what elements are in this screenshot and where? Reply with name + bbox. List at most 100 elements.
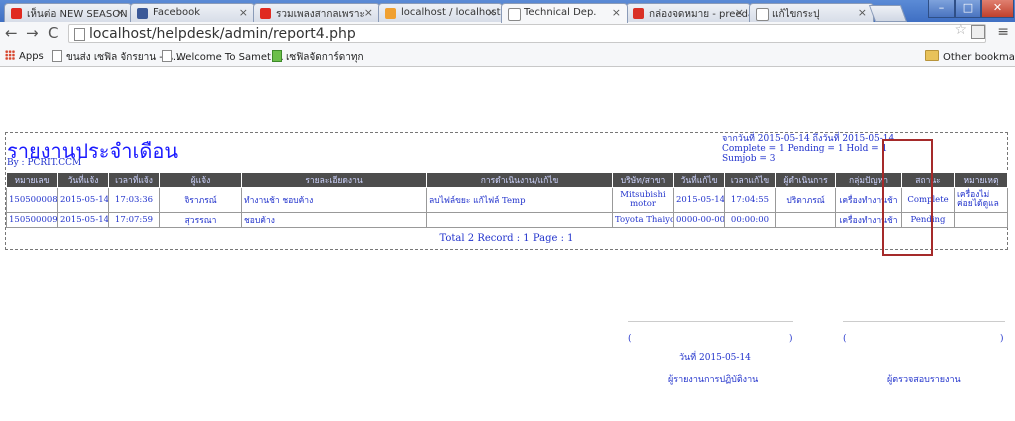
table-cell: ปริตาภรณ์ (775, 187, 836, 213)
apps-grid-icon (5, 50, 15, 60)
close-icon[interactable]: × (364, 6, 373, 19)
column-header: บริษัท/สาขา (612, 172, 674, 188)
new-tab-button[interactable] (868, 5, 908, 22)
close-icon[interactable]: × (612, 6, 621, 19)
checker-label: ผู้ตรวจสอบรายงาน (887, 375, 961, 385)
column-header: การดำเนินงาน/แก้ไข (426, 172, 613, 188)
tab-phpmyadmin[interactable]: localhost / localhost × (378, 3, 503, 22)
page-icon (162, 50, 172, 62)
gmail-icon (633, 8, 644, 19)
signature-line-reporter (628, 321, 793, 322)
table-cell: 17:03:36 (108, 187, 160, 213)
column-header: รายละเอียดงาน (241, 172, 427, 188)
tab-gmail[interactable]: กล่องจดหมาย - preeda × (626, 3, 751, 22)
youtube-icon (260, 8, 271, 19)
youtube-icon (11, 8, 22, 19)
table-cell (954, 212, 1008, 228)
close-icon[interactable]: × (735, 6, 744, 19)
tab-facebook[interactable]: Facebook × (130, 3, 255, 22)
column-header: หมายเหตุ (954, 172, 1008, 188)
maximize-button[interactable]: □ (955, 0, 981, 18)
bookmark-label: เซฟิลจัดการ์ดาทุก (286, 52, 364, 63)
tab-edit-kapook[interactable]: แก้ไขกระปุ × (749, 3, 874, 22)
paren-open: ( (628, 334, 632, 344)
report-date-range: จากวันที่ 2015-05-14 ถึงวันที่ 2015-05-1… (722, 134, 895, 144)
tab-technical-dep[interactable]: Technical Dep. × (501, 3, 628, 23)
close-icon[interactable]: × (858, 6, 867, 19)
facebook-icon (137, 8, 148, 19)
table-cell (775, 212, 836, 228)
browser-tab-strip: เห็นต่อ NEW SEASON × Facebook × รวมเพลงส… (0, 0, 1015, 23)
page-icon (756, 8, 769, 21)
table-cell: 150500009 (6, 212, 58, 228)
tab-youtube-new-season[interactable]: เห็นต่อ NEW SEASON × (4, 3, 132, 22)
reporter-label: ผู้รายงานการปฏิบัติงาน (668, 375, 759, 385)
address-bar[interactable] (68, 24, 986, 43)
table-row: 150500009 2015-05-14 17:07:59 สุวรรณา ชอ… (6, 212, 1008, 228)
minimize-button[interactable]: – (928, 0, 955, 18)
close-icon[interactable]: × (487, 6, 496, 19)
column-header: หมายเลข (6, 172, 58, 188)
column-header: วันที่แก้ไข (673, 172, 725, 188)
column-header: เวลาแก้ไข (724, 172, 776, 188)
table-cell: ลบไฟล์ขยะ แก้ไฟล์ Temp (426, 187, 613, 213)
table-cell: ทำงานช้า ชอบค้าง (241, 187, 427, 213)
menu-icon[interactable]: ≡ (997, 24, 1009, 40)
close-icon[interactable]: × (239, 6, 248, 19)
table-cell: 150500008 (6, 187, 58, 213)
paren-close: ) (1000, 334, 1004, 344)
tab-label: รวมเพลงสากลเพราะ (276, 9, 365, 20)
table-cell: จิราภรณ์ (159, 187, 242, 213)
bookmark-label: Welcome To Samet ... (176, 52, 284, 63)
table-cell: 2015-05-14 (673, 187, 725, 213)
signature-date: วันที่ 2015-05-14 (679, 353, 751, 363)
bookmark-item-2[interactable]: Welcome To Samet ... (162, 50, 284, 63)
forward-arrow-icon[interactable]: → (26, 24, 39, 42)
report-author: By : PCRIT.CCM (7, 158, 82, 168)
tab-youtube-music[interactable]: รวมเพลงสากลเพราะ × (253, 3, 380, 22)
tab-label: แก้ไขกระปุ (772, 9, 820, 20)
phpmyadmin-icon (385, 8, 396, 19)
column-header: เวลาที่แจ้ง (108, 172, 160, 188)
back-arrow-icon[interactable]: ← (5, 24, 18, 42)
page-icon (52, 50, 62, 62)
signature-line-checker (843, 321, 1005, 322)
table-cell: 17:07:59 (108, 212, 160, 228)
close-icon[interactable]: × (116, 6, 125, 19)
column-header: วันที่แจ้ง (57, 172, 109, 188)
bookmark-apps[interactable]: Apps (5, 50, 44, 62)
url-input[interactable] (89, 25, 949, 42)
table-cell: 2015-05-14 (57, 212, 109, 228)
tab-label: Technical Dep. (524, 7, 597, 18)
table-cell: 2015-05-14 (57, 187, 109, 213)
paren-close: ) (789, 334, 793, 344)
report-status-counts: Complete = 1 Pending = 1 Hold = 1 (722, 144, 888, 154)
tab-label: Facebook (153, 7, 200, 18)
browser-toolbar: ← → C ☆ ≡ (0, 22, 1015, 47)
table-header-row: หมายเลข วันที่แจ้ง เวลาที่แจ้ง ผู้แจ้ง ร… (6, 172, 1008, 188)
tab-label: เห็นต่อ NEW SEASON (27, 9, 128, 20)
other-bookmarks[interactable]: Other bookmarks (925, 50, 1015, 63)
bookmark-label: Other bookmarks (943, 52, 1015, 63)
table-cell: Toyota Thaiyont (612, 212, 674, 228)
leaf-icon (272, 50, 282, 62)
table-row: 150500008 2015-05-14 17:03:36 จิราภรณ์ ท… (6, 187, 1008, 213)
bookmark-item-3[interactable]: เซฟิลจัดการ์ดาทุก (272, 50, 364, 65)
report-sumjob: Sumjob = 3 (722, 154, 776, 164)
folder-icon (925, 50, 939, 61)
table-cell: ชอบค้าง (241, 212, 427, 228)
bookmark-label: Apps (19, 51, 44, 62)
table-cell: เครื่องไม่ค่อยได้ดูแล (954, 187, 1008, 213)
column-header: ผู้แจ้ง (159, 172, 242, 188)
report-summary: จากวันที่ 2015-05-14 ถึงวันที่ 2015-05-1… (722, 134, 894, 164)
bookmark-star-icon[interactable]: ☆ (954, 22, 967, 38)
status-highlight-box (882, 139, 933, 256)
close-window-button[interactable]: ✕ (981, 0, 1014, 18)
reload-icon[interactable]: C (48, 24, 58, 42)
report-table: หมายเลข วันที่แจ้ง เวลาที่แจ้ง ผู้แจ้ง ร… (6, 172, 1008, 228)
total-record-summary: Total 2 Record : 1 Page : 1 (439, 233, 574, 244)
extension-icon[interactable] (971, 25, 985, 39)
tab-label: localhost / localhost (401, 7, 501, 18)
table-cell: 00:00:00 (724, 212, 776, 228)
table-cell (426, 212, 613, 228)
